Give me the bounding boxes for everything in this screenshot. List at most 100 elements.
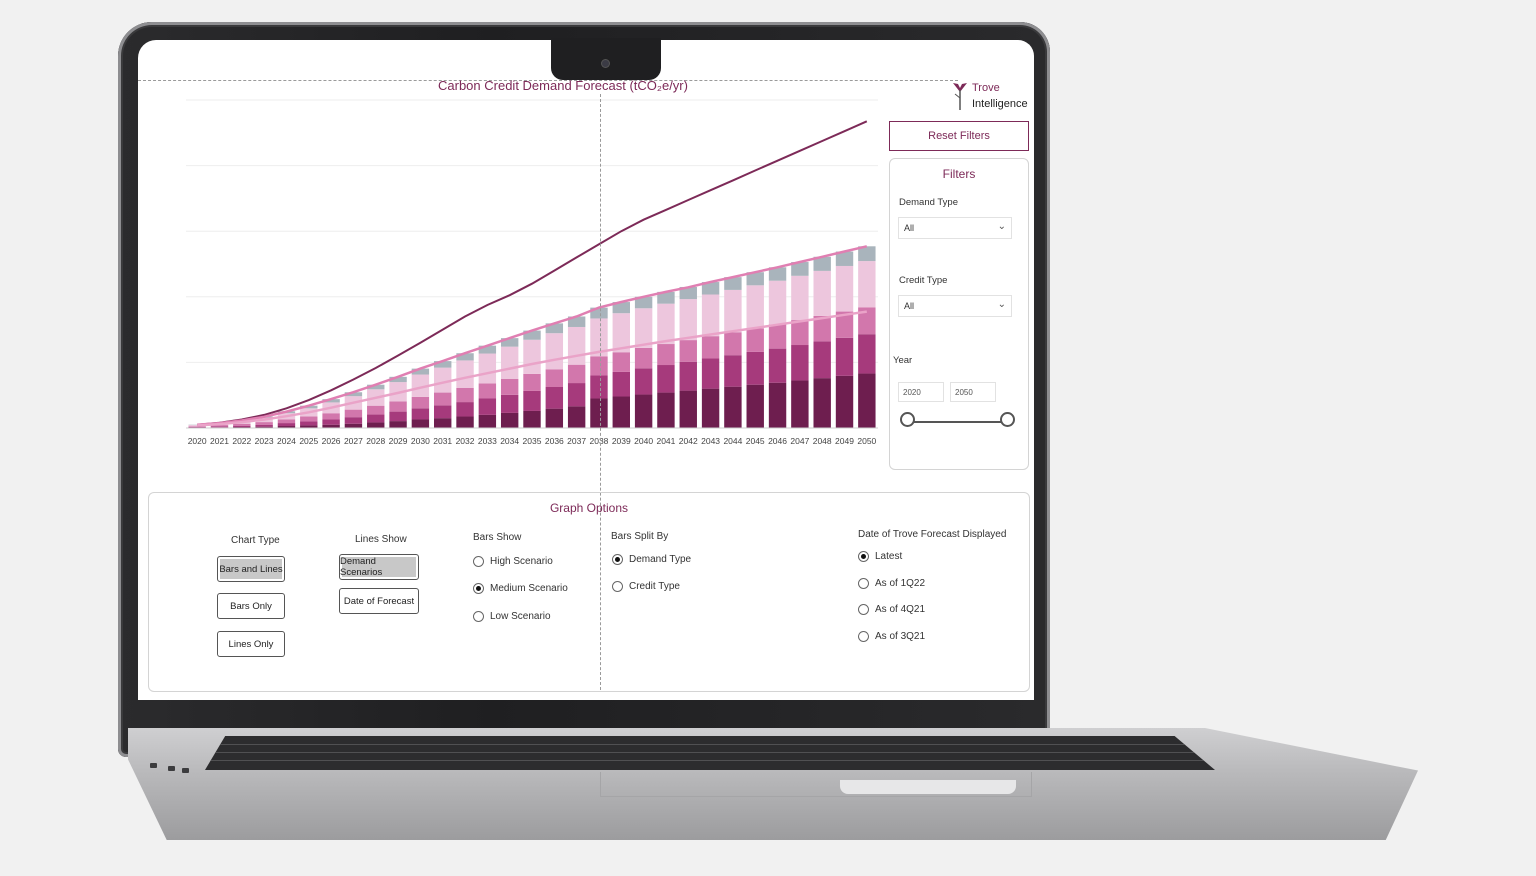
port [168, 766, 175, 771]
bar-segment [567, 364, 586, 384]
bar-segment [657, 365, 675, 393]
chart-type-label: Chart Type [231, 535, 280, 546]
bar-segment [612, 371, 630, 397]
credit-type-select[interactable]: All ⌄ [898, 295, 1012, 317]
port [182, 768, 189, 773]
x-tick-label: 2044 [723, 436, 742, 446]
bar-segment [813, 341, 831, 379]
demand-forecast-chart: 2020 2021 2022 2023 2024 2025 2026 2027 2028 2029… [186, 99, 878, 446]
forecast-latest-radio[interactable]: Latest [858, 551, 902, 562]
bar-segment [500, 346, 519, 379]
bar-segment [277, 423, 296, 427]
radio-label: Demand Type [629, 554, 692, 565]
radio-label: As of 1Q22 [875, 578, 926, 589]
bars-show-low-radio[interactable]: Low Scenario [473, 611, 551, 622]
bar-segment [858, 373, 876, 428]
bar-segment [701, 336, 720, 359]
bar-segment [233, 423, 251, 426]
radio-label: As of 3Q21 [875, 631, 926, 642]
bar-segment [858, 261, 876, 308]
bar-segment [456, 402, 474, 417]
bar-segment [344, 409, 363, 418]
bar-segment [657, 392, 675, 428]
chart-type-bars-only-button[interactable]: Bars Only [217, 593, 285, 619]
x-tick-label: 2039 [612, 436, 631, 446]
bar-segment [411, 419, 430, 428]
trove-logo: Trove Intelligence [950, 78, 1034, 118]
bar-segment [791, 380, 809, 428]
bars-show-high-radio[interactable]: High Scenario [473, 556, 553, 567]
bars-show-medium-radio[interactable]: Medium Scenario [473, 583, 568, 594]
chart-type-bars-and-lines-button[interactable]: Bars and Lines [217, 556, 285, 582]
camera-notch [551, 38, 661, 80]
radio-label: Low Scenario [490, 611, 551, 622]
radio-icon [858, 604, 869, 615]
bar-segment [567, 406, 586, 428]
forecast-3q21-radio[interactable]: As of 3Q21 [858, 631, 925, 642]
bar-segment [300, 416, 318, 422]
bar-segment [724, 386, 742, 428]
x-tick-label: 2034 [500, 436, 519, 446]
bar-segment [389, 411, 407, 422]
reset-filters-button[interactable]: Reset Filters [889, 121, 1029, 151]
bar-segment [233, 425, 251, 428]
bar-segment [835, 375, 854, 428]
bar-segment [634, 394, 653, 428]
radio-label: Credit Type [629, 581, 680, 592]
bar-segment [344, 417, 363, 424]
x-tick-label: 2049 [835, 436, 854, 446]
year-slider-start-handle[interactable] [900, 412, 915, 427]
logo-text: Trove [972, 82, 1000, 94]
bar-segment [277, 419, 296, 424]
bar-segment [746, 351, 764, 385]
x-tick-label: 2037 [567, 436, 586, 446]
bar-segment [746, 384, 764, 428]
radio-selected-icon [858, 551, 869, 562]
bar-segment [389, 421, 407, 428]
x-tick-label: 2041 [656, 436, 675, 446]
chart-type-lines-only-button[interactable]: Lines Only [217, 631, 285, 657]
lines-show-date-of-forecast-button[interactable]: Date of Forecast [339, 588, 419, 614]
bar-segment [367, 405, 385, 415]
bar-segment [679, 340, 697, 362]
bar-segment [590, 356, 608, 376]
x-tick-label: 2024 [277, 436, 296, 446]
forecast-4q21-radio[interactable]: As of 4Q21 [858, 604, 925, 615]
x-tick-label: 2029 [389, 436, 408, 446]
radio-icon [473, 611, 484, 622]
camera-icon [602, 60, 609, 67]
bar-segment [791, 275, 809, 321]
logo-text: Intelligence [972, 98, 1028, 110]
filters-panel: Filters Demand Type All ⌄ Credit Type Al… [889, 158, 1029, 470]
credit-type-label: Credit Type [899, 275, 948, 286]
bar-segment [478, 414, 497, 428]
demand-type-select[interactable]: All ⌄ [898, 217, 1012, 239]
year-to-input[interactable]: 2050 [950, 382, 996, 402]
lines-show-demand-scenarios-button[interactable]: Demand Scenarios [339, 554, 419, 580]
split-credit-type-radio[interactable]: Credit Type [612, 581, 680, 592]
bar-segment [746, 285, 764, 329]
bar-segment [724, 332, 742, 356]
x-tick-label: 2036 [545, 436, 564, 446]
bar-segment [434, 392, 452, 406]
bar-segment [456, 416, 474, 428]
x-tick-label: 2043 [701, 436, 720, 446]
demand-type-value: All [904, 223, 915, 233]
bar-segment [500, 394, 519, 413]
radio-label: High Scenario [490, 556, 553, 567]
chevron-down-icon: ⌄ [997, 221, 1006, 232]
forecast-1q22-radio[interactable]: As of 1Q22 [858, 578, 925, 589]
bar-segment [634, 308, 653, 348]
bar-segment [456, 360, 474, 388]
graph-options-title: Graph Options [549, 501, 629, 515]
split-demand-type-radio[interactable]: Demand Type [612, 554, 691, 565]
forecast-date-label: Date of Trove Forecast Displayed [858, 529, 1007, 540]
bar-segment [411, 408, 430, 420]
x-tick-label: 2032 [456, 436, 475, 446]
year-from-input[interactable]: 2020 [898, 382, 944, 402]
x-tick-label: 2026 [322, 436, 341, 446]
year-slider-end-handle[interactable] [1000, 412, 1015, 427]
x-tick-label: 2033 [478, 436, 497, 446]
bar-segment [590, 398, 608, 428]
year-slider-track[interactable] [906, 421, 1006, 423]
